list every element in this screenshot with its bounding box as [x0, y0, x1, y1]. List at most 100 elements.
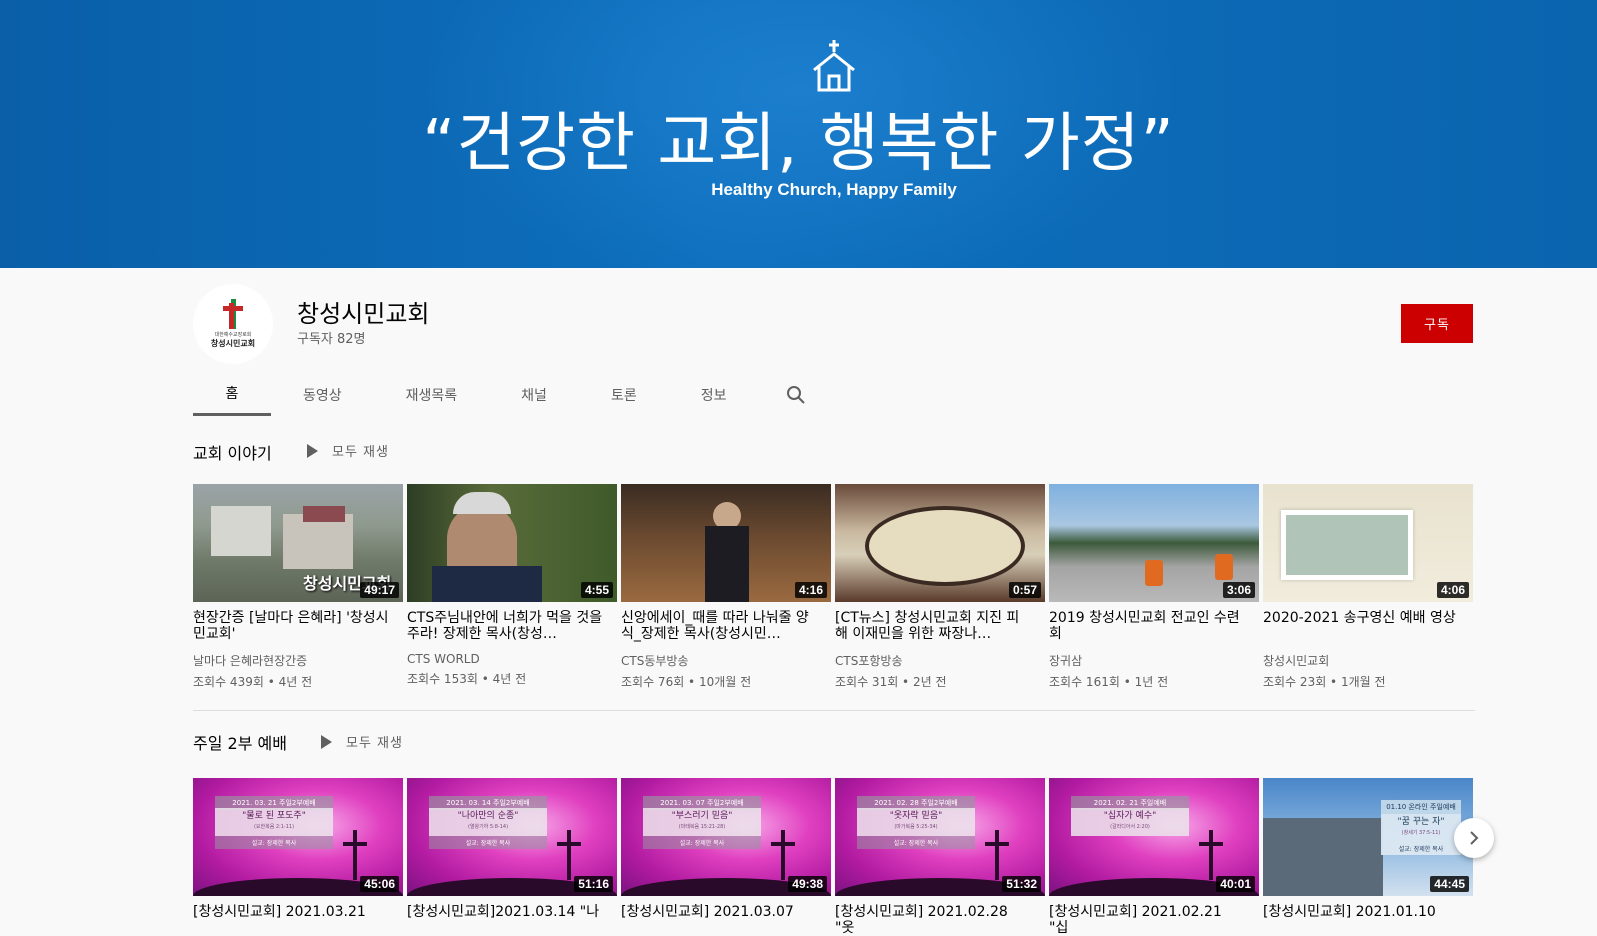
- video-card[interactable]: 창성시민교회 49:17 현장간증 [날마다 은혜라] '창성시민교회' 날마다…: [193, 484, 403, 690]
- shelf-divider: [193, 710, 1475, 711]
- banner-slogan: “건강한 교회, 행복한 가정”: [422, 107, 1175, 181]
- cross-shape: [995, 830, 999, 880]
- sermon-title-text: "꿈 꾸는 자": [1397, 817, 1445, 827]
- channel-name: 창성시민교회: [297, 300, 430, 328]
- video-duration: 4:55: [580, 582, 613, 598]
- video-row: 2021. 03. 21 주일2부예배 "물로 된 포도주" (요한복음 2:1-…: [193, 778, 1473, 936]
- video-duration: 0:57: [1008, 582, 1041, 598]
- channel-search-button[interactable]: [766, 373, 826, 416]
- video-thumbnail[interactable]: 0:57: [835, 484, 1045, 602]
- video-thumbnail[interactable]: 2021. 03. 07 주일2부예배 "부스러기 믿음" (마태복음 15:21…: [621, 778, 831, 896]
- video-meta: 조회수 161회 • 1년 전: [1049, 675, 1169, 689]
- video-duration: 4:06: [1436, 582, 1469, 598]
- video-duration: 49:17: [360, 582, 399, 598]
- video-title[interactable]: CTS주님내안에 너희가 먹을 것을 주라! 장제한 목사(창성…: [407, 610, 617, 642]
- video-title[interactable]: [창성시민교회] 2021.02.21 "십: [1049, 904, 1259, 936]
- video-card[interactable]: 2021. 03. 14 주일2부예배 "나아만의 순종" (열왕기하 5:8-1…: [407, 778, 617, 936]
- barrel-shape: [1145, 560, 1163, 586]
- video-card[interactable]: 4:16 신앙에세이_때를 따라 나눠줄 양식_장제한 목사(창성시민… CTS…: [621, 484, 831, 690]
- video-card[interactable]: 2021. 03. 21 주일2부예배 "물로 된 포도주" (요한복음 2:1-…: [193, 778, 403, 936]
- sermon-pastor: 설교: 장제한 목사: [429, 836, 547, 849]
- video-channel[interactable]: CTS동부방송: [621, 652, 831, 669]
- building-shape: [211, 506, 271, 556]
- cross-shape: [1199, 842, 1223, 846]
- video-duration: 51:32: [1002, 876, 1041, 892]
- hair-shape: [453, 492, 511, 514]
- video-channel[interactable]: 창성시민교회: [1263, 652, 1473, 669]
- sermon-pastor: 설교: 장제한 목사: [857, 836, 975, 849]
- video-channel[interactable]: CTS포항방송: [835, 652, 1045, 669]
- video-card[interactable]: 2021. 02. 28 주일2부예배 "옷자락 믿음" (마가복음 5:25-3…: [835, 778, 1045, 936]
- video-channel[interactable]: 날마다 은혜라현장간증: [193, 652, 403, 669]
- video-card[interactable]: 4:06 2020-2021 송구영신 예배 영상 창성시민교회 조회수 23회…: [1263, 484, 1473, 690]
- video-title[interactable]: 2019 창성시민교회 전교인 수련회: [1049, 610, 1259, 642]
- sermon-reference: (열왕기하 5:8-14): [467, 824, 509, 830]
- video-title[interactable]: 신앙에세이_때를 따라 나눠줄 양식_장제한 목사(창성시민…: [621, 610, 831, 642]
- video-duration: 4:16: [794, 582, 827, 598]
- tab-channels[interactable]: 채널: [489, 373, 579, 416]
- video-card[interactable]: 3:06 2019 창성시민교회 전교인 수련회 장귀삼 조회수 161회 • …: [1049, 484, 1259, 690]
- video-card[interactable]: 0:57 [CT뉴스] 창성시민교회 지진 피해 이재민을 위한 짜장나… CT…: [835, 484, 1045, 690]
- video-thumbnail[interactable]: 4:16: [621, 484, 831, 602]
- video-duration: 44:45: [1430, 876, 1469, 892]
- video-title[interactable]: [CT뉴스] 창성시민교회 지진 피해 이재민을 위한 짜장나…: [835, 610, 1045, 642]
- chevron-right-icon: [1470, 831, 1479, 845]
- video-row: 창성시민교회 49:17 현장간증 [날마다 은혜라] '창성시민교회' 날마다…: [193, 484, 1473, 690]
- pan-shape: [865, 506, 1025, 586]
- video-title[interactable]: [창성시민교회]2021.03.14 "나: [407, 904, 617, 936]
- tab-playlists[interactable]: 재생목록: [374, 373, 490, 416]
- tab-about[interactable]: 정보: [669, 373, 759, 416]
- sermon-title: "물로 된 포도주" (요한복음 2:1-11): [215, 808, 333, 836]
- video-card[interactable]: 01.10 온라인 주일예배 "꿈 꾸는 자" (창세기 37:5-11) 설교:…: [1263, 778, 1473, 936]
- play-all-button[interactable]: 모두 재생: [321, 732, 403, 751]
- cross-shape: [1209, 830, 1213, 880]
- video-meta: 조회수 76회 • 10개월 전: [621, 675, 752, 689]
- video-thumbnail[interactable]: 창성시민교회 49:17: [193, 484, 403, 602]
- subscribe-button[interactable]: 구독: [1401, 304, 1473, 343]
- sermon-title-text: "십자가 예수": [1103, 811, 1157, 821]
- video-card[interactable]: 4:55 CTS주님내안에 너희가 먹을 것을 주라! 장제한 목사(창성… C…: [407, 484, 617, 690]
- sermon-title-text: "부스러기 믿음": [671, 811, 733, 821]
- cross-shape: [771, 842, 795, 846]
- video-thumbnail[interactable]: 2021. 02. 28 주일2부예배 "옷자락 믿음" (마가복음 5:25-3…: [835, 778, 1045, 896]
- channel-avatar[interactable]: 대한예수교장로회 창성시민교회: [193, 284, 273, 364]
- video-thumbnail[interactable]: 2021. 03. 14 주일2부예배 "나아만의 순종" (열왕기하 5:8-1…: [407, 778, 617, 896]
- tab-home[interactable]: 홈: [193, 373, 271, 416]
- sermon-title: "옷자락 믿음" (마가복음 5:25-34): [857, 808, 975, 836]
- video-card[interactable]: 2021. 02. 21 주일예배 "십자가 예수" (갈라디아서 2:20) 4…: [1049, 778, 1259, 936]
- search-icon: [787, 385, 806, 404]
- video-thumbnail[interactable]: 2021. 02. 21 주일예배 "십자가 예수" (갈라디아서 2:20) 4…: [1049, 778, 1259, 896]
- cross-shape: [985, 842, 1009, 846]
- barrel-shape: [1215, 554, 1233, 580]
- video-title[interactable]: [창성시민교회] 2021.02.28 "옷: [835, 904, 1045, 936]
- video-thumbnail[interactable]: 01.10 온라인 주일예배 "꿈 꾸는 자" (창세기 37:5-11) 설교:…: [1263, 778, 1473, 896]
- video-title[interactable]: 현장간증 [날마다 은혜라] '창성시민교회': [193, 610, 403, 642]
- tab-discussion[interactable]: 토론: [579, 373, 669, 416]
- suit-shape: [432, 566, 542, 602]
- channel-banner: “건강한 교회, 행복한 가정” Healthy Church, Happy F…: [0, 0, 1597, 268]
- video-thumbnail[interactable]: 4:55: [407, 484, 617, 602]
- video-card[interactable]: 2021. 03. 07 주일2부예배 "부스러기 믿음" (마태복음 15:21…: [621, 778, 831, 936]
- sermon-pastor: 설교: 장제한 목사: [215, 836, 333, 849]
- tab-videos[interactable]: 동영상: [271, 373, 374, 416]
- shelf-next-button[interactable]: [1454, 818, 1494, 858]
- video-channel[interactable]: CTS WORLD: [407, 652, 617, 666]
- video-title[interactable]: [창성시민교회] 2021.01.10: [1263, 904, 1473, 936]
- cross-shape: [567, 830, 571, 880]
- video-thumbnail[interactable]: 4:06: [1263, 484, 1473, 602]
- cross-shape: [557, 842, 581, 846]
- video-channel[interactable]: 장귀삼: [1049, 652, 1259, 669]
- service-tag: 01.10 온라인 주일예배: [1381, 800, 1461, 814]
- play-all-button[interactable]: 모두 재생: [307, 441, 389, 460]
- sermon-title-text: "옷자락 믿음": [889, 811, 943, 821]
- video-duration: 45:06: [360, 876, 399, 892]
- video-title[interactable]: [창성시민교회] 2021.03.21: [193, 904, 403, 936]
- video-title[interactable]: 2020-2021 송구영신 예배 영상: [1263, 610, 1473, 642]
- video-thumbnail[interactable]: 2021. 03. 21 주일2부예배 "물로 된 포도주" (요한복음 2:1-…: [193, 778, 403, 896]
- play-all-label: 모두 재생: [346, 736, 403, 751]
- church-icon: [813, 40, 855, 92]
- video-title[interactable]: [창성시민교회] 2021.03.07: [621, 904, 831, 936]
- video-meta: 조회수 31회 • 2년 전: [835, 675, 947, 689]
- shelf-title: 주일 2부 예배: [193, 734, 287, 753]
- video-thumbnail[interactable]: 3:06: [1049, 484, 1259, 602]
